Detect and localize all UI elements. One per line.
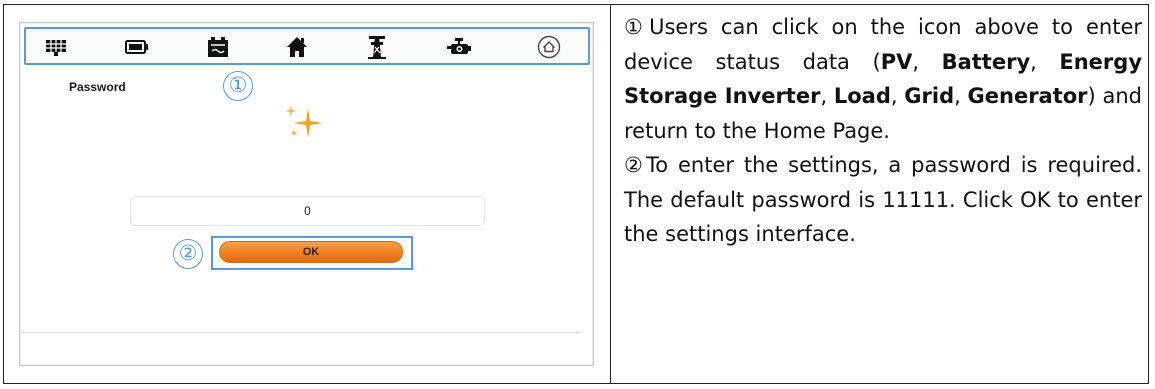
marker-1: ① bbox=[223, 71, 253, 101]
table-divider bbox=[610, 4, 611, 384]
screen-bottom-rule bbox=[22, 332, 582, 333]
sparkle-icon bbox=[285, 105, 323, 138]
icon-bar bbox=[24, 27, 590, 65]
term-load: Load bbox=[833, 84, 891, 108]
device-screen bbox=[19, 22, 594, 366]
term-pv: PV bbox=[880, 49, 913, 74]
house-icon[interactable] bbox=[284, 35, 310, 59]
generator-icon[interactable] bbox=[446, 35, 472, 59]
home-button-icon[interactable] bbox=[536, 35, 562, 59]
term-battery: Battery bbox=[941, 49, 1031, 74]
term-generator: Generator bbox=[967, 84, 1088, 108]
marker-2-text: ② bbox=[624, 153, 647, 177]
battery-icon[interactable] bbox=[124, 35, 150, 59]
password-input[interactable] bbox=[130, 196, 485, 226]
description-paragraph-1: ①Users can click on the icon above to en… bbox=[624, 15, 1143, 143]
description: ①Users can click on the icon above to en… bbox=[624, 10, 1142, 252]
marker-1-text: ① bbox=[624, 15, 650, 39]
password-label: Password bbox=[69, 80, 126, 94]
description-paragraph-2: ②To enter the settings, a password is re… bbox=[624, 153, 1143, 246]
term-grid: Grid bbox=[904, 84, 955, 108]
marker-2: ② bbox=[173, 239, 203, 269]
inverter-icon[interactable] bbox=[205, 35, 231, 59]
pv-grid-icon[interactable] bbox=[43, 35, 69, 59]
ok-button[interactable]: OK bbox=[219, 241, 403, 263]
pylon-icon[interactable] bbox=[364, 35, 390, 59]
